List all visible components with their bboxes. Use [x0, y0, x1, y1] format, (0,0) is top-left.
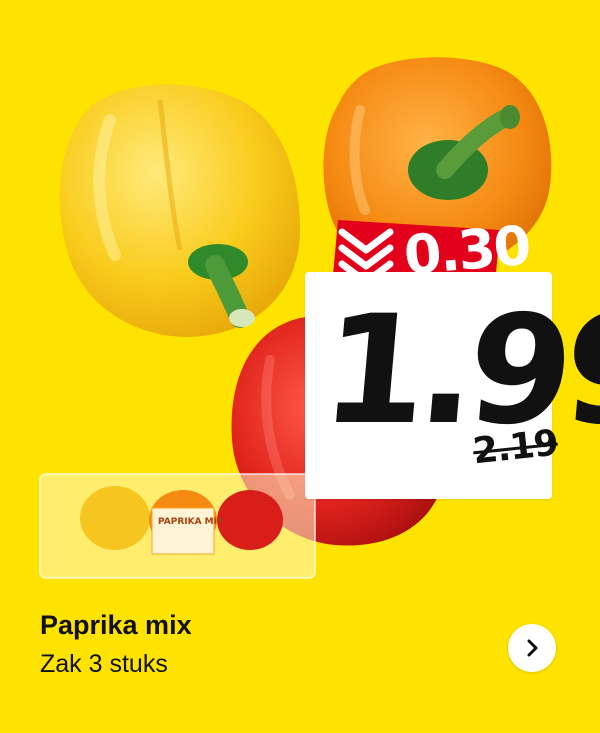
package-label: PAPRIKA MIX	[158, 517, 224, 527]
product-title: Paprika mix	[40, 610, 192, 640]
current-price: 1.99	[315, 284, 600, 458]
package-image: PAPRIKA MIX	[39, 473, 316, 579]
old-price: 2.19	[471, 422, 560, 473]
product-subtitle: Zak 3 stuks	[40, 650, 168, 678]
next-button[interactable]	[508, 624, 556, 672]
price-box: 1.99 2.19	[305, 272, 600, 499]
product-card[interactable]: PAPRIKA MIX 0.30 1.99 2.19 Paprika mix Z…	[0, 0, 600, 733]
chevron-right-icon	[527, 639, 538, 657]
yellow-pepper	[59, 84, 300, 337]
